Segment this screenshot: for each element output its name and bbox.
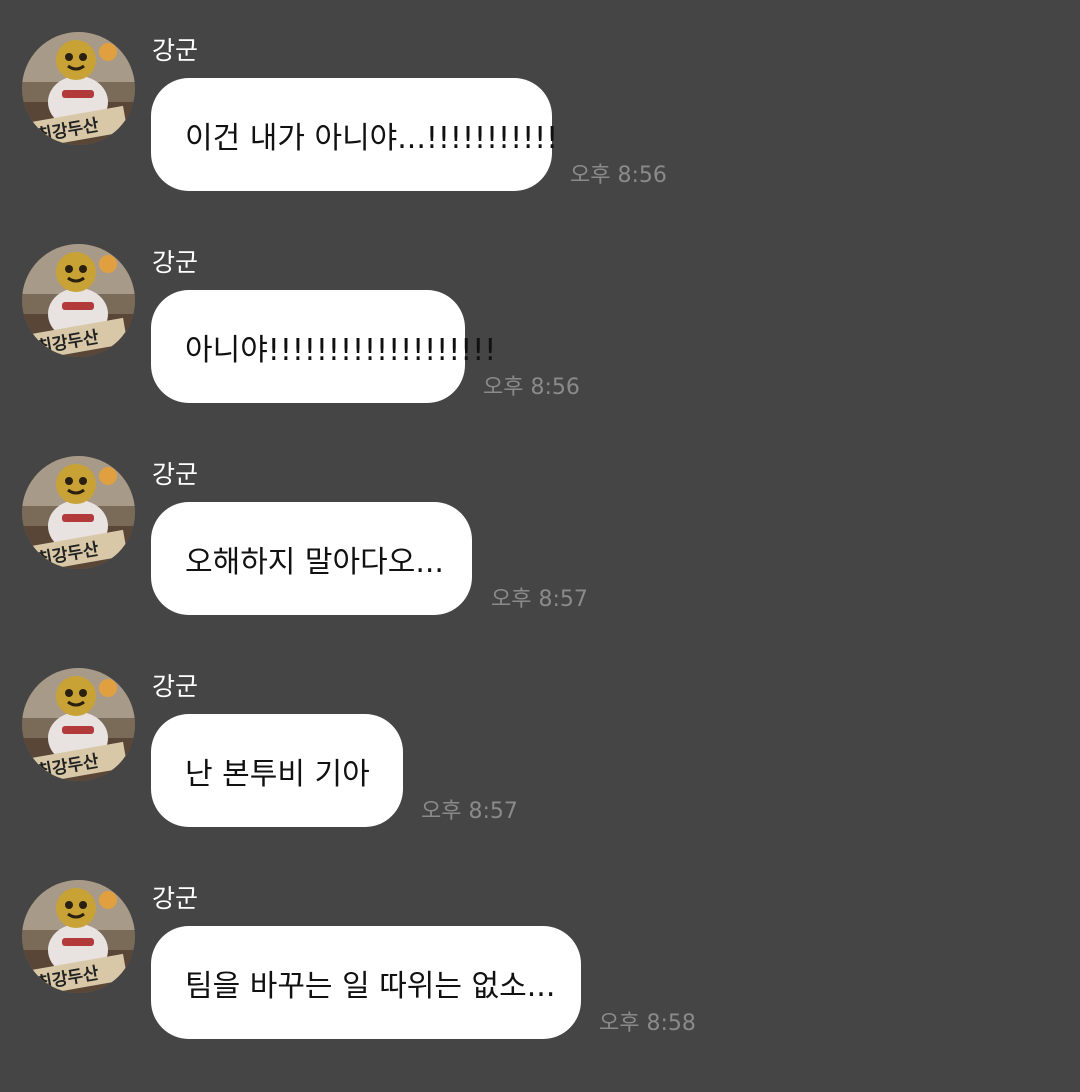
- avatar-photo-icon: 최강두산: [22, 668, 135, 781]
- message-text: 팀을 바꾸는 일 따위는 없소...: [185, 968, 556, 1004]
- avatar-photo-icon: 최강두산: [22, 456, 135, 569]
- avatar[interactable]: 최강두산: [22, 880, 135, 993]
- message-text: 이건 내가 아니야...!!!!!!!!!!!: [185, 120, 559, 156]
- avatar-photo-icon: 최강두산: [22, 880, 135, 993]
- message-text: 난 본투비 기아: [185, 756, 370, 792]
- message-text: 아니야!!!!!!!!!!!!!!!!!!!: [185, 332, 497, 368]
- message-bubble[interactable]: 이건 내가 아니야...!!!!!!!!!!!: [151, 78, 558, 191]
- avatar[interactable]: 최강두산: [22, 32, 135, 145]
- chat-message: 최강두산 강군 오해하지 말아다오... 오후 8:57: [0, 456, 1080, 668]
- avatar[interactable]: 최강두산: [22, 244, 135, 357]
- message-time: 오후 8:56: [570, 163, 667, 188]
- message-time: 오후 8:58: [599, 1011, 696, 1036]
- chat-message: 최강두산 강군 난 본투비 기아 오후 8:57: [0, 668, 1080, 880]
- message-text: 오해하지 말아다오...: [185, 544, 444, 580]
- chat-message: 최강두산 강군 팀을 바꾸는 일 따위는 없소... 오후 8:58: [0, 880, 1080, 1092]
- sender-name: 강군: [152, 36, 199, 65]
- sender-name: 강군: [152, 248, 199, 277]
- avatar[interactable]: 최강두산: [22, 668, 135, 781]
- message-time: 오후 8:57: [421, 799, 518, 824]
- chat-message: 최강두산 강군 아니야!!!!!!!!!!!!!!!!!!! 오후 8:56: [0, 244, 1080, 456]
- message-time: 오후 8:56: [483, 375, 580, 400]
- sender-name: 강군: [152, 460, 199, 489]
- sender-name: 강군: [152, 884, 199, 913]
- avatar-photo-icon: 최강두산: [22, 32, 135, 145]
- sender-name: 강군: [152, 672, 199, 701]
- message-bubble[interactable]: 아니야!!!!!!!!!!!!!!!!!!!: [151, 290, 496, 403]
- message-bubble[interactable]: 난 본투비 기아: [151, 714, 403, 827]
- chat-message-list[interactable]: 최강두산 강군 이건 내가 아니야...!!!!!!!!!!! 오후 8:56: [0, 0, 1080, 1069]
- message-time: 오후 8:57: [491, 587, 588, 612]
- avatar-photo-icon: 최강두산: [22, 244, 135, 357]
- message-bubble[interactable]: 팀을 바꾸는 일 따위는 없소...: [151, 926, 581, 1039]
- avatar[interactable]: 최강두산: [22, 456, 135, 569]
- chat-message: 최강두산 강군 이건 내가 아니야...!!!!!!!!!!! 오후 8:56: [0, 32, 1080, 244]
- message-bubble[interactable]: 오해하지 말아다오...: [151, 502, 472, 615]
